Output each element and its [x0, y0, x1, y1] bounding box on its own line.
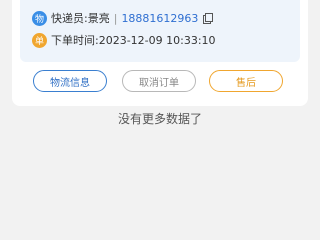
- no-more-data-text: 没有更多数据了: [117, 112, 202, 126]
- logistics-badge-icon: 物: [32, 10, 47, 26]
- courier-phone[interactable]: 18881612963: [121, 12, 198, 25]
- copy-icon[interactable]: [203, 13, 214, 24]
- order-time: 下单时间:2023-12-09 10:33:10: [51, 34, 216, 47]
- logistics-info-button[interactable]: 物流信息: [33, 70, 107, 92]
- courier-info-box: 物 快递员:景亮 | 18881612963 单 下单时间:2023-12-09…: [20, 0, 300, 62]
- cancel-order-button[interactable]: 取消订单: [122, 70, 196, 92]
- courier-row: 物 快递员:景亮 | 18881612963: [32, 10, 214, 26]
- order-time-row: 单 下单时间:2023-12-09 10:33:10: [32, 32, 216, 48]
- order-badge-icon: 单: [32, 32, 47, 48]
- courier-separator: |: [113, 11, 118, 25]
- after-sale-button[interactable]: 售后: [209, 70, 283, 92]
- courier-name: 快递员:景亮: [51, 12, 110, 25]
- order-card: 物 快递员:景亮 | 18881612963 单 下单时间:2023-12-09…: [12, 0, 308, 106]
